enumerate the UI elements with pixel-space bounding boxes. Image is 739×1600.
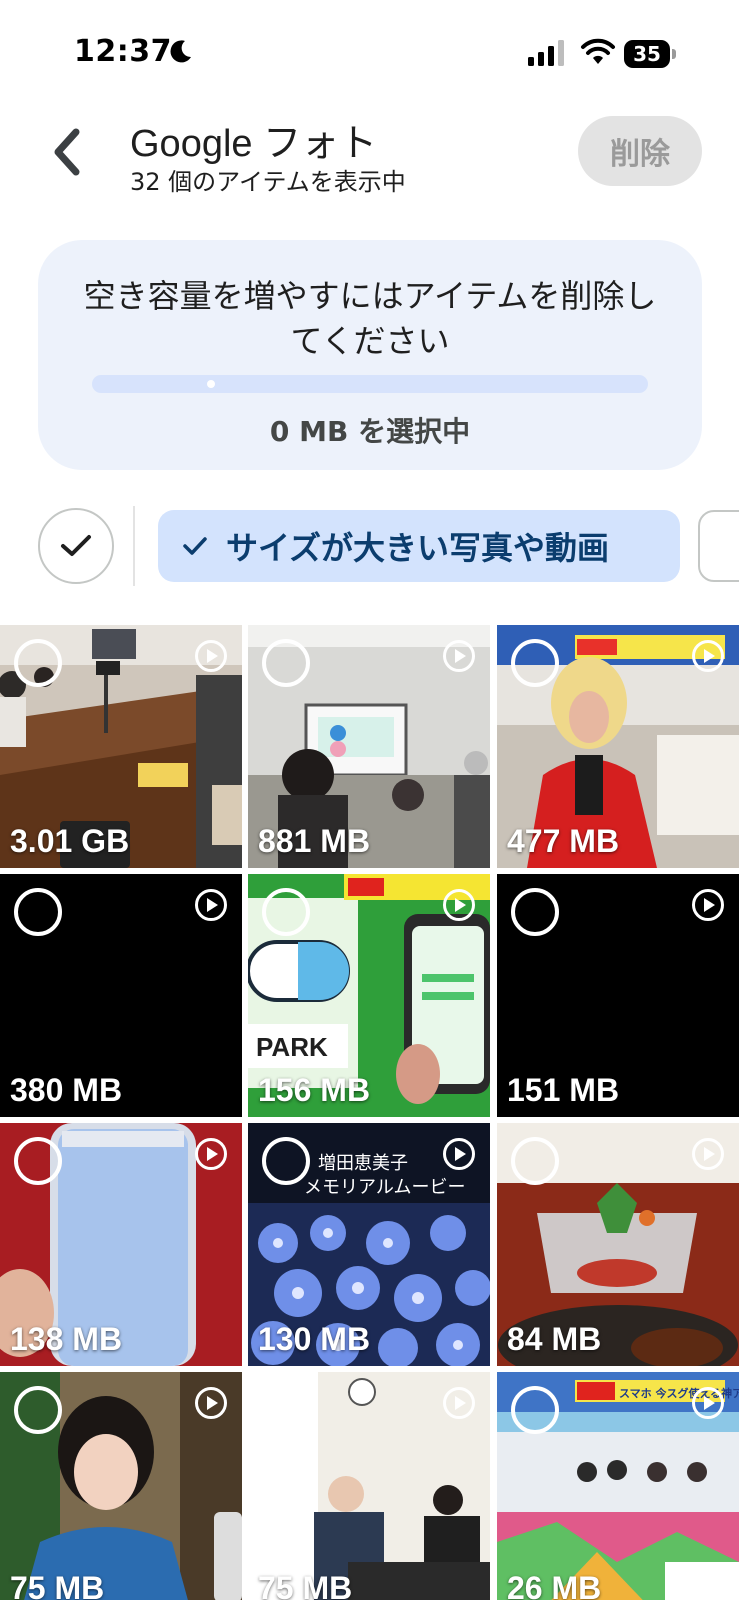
media-size-label: 130 MB: [258, 1321, 371, 1357]
media-tile[interactable]: 151 MB: [497, 874, 739, 1117]
moon-icon: [170, 40, 191, 63]
battery-level: 35: [633, 42, 661, 66]
select-circle-icon[interactable]: [262, 888, 310, 936]
status-time: 12:37: [74, 34, 172, 69]
media-size-label: 881 MB: [258, 823, 371, 859]
selected-size-text: 0 MB を選択中: [269, 415, 471, 448]
play-circle-icon: [195, 889, 227, 921]
media-tile[interactable]: 881 MB: [248, 625, 490, 868]
play-circle-icon: [443, 640, 475, 672]
media-size-label: 84 MB: [507, 1321, 602, 1357]
select-circle-icon[interactable]: [262, 1137, 310, 1185]
thumbnail-pill-text: PARK: [256, 1032, 328, 1062]
media-tile[interactable]: 75 MB: [248, 1372, 490, 1600]
selection-progress-bar: [92, 375, 648, 393]
media-size-label: 380 MB: [10, 1072, 123, 1108]
status-bar: 12:37 35: [0, 0, 739, 100]
select-all-button[interactable]: [38, 508, 114, 584]
select-circle-icon[interactable]: [14, 639, 62, 687]
play-circle-icon: [443, 1138, 475, 1170]
play-circle-icon: [443, 889, 475, 921]
media-size-label: 75 MB: [258, 1570, 353, 1600]
media-tile[interactable]: PARK 156 MB: [248, 874, 490, 1117]
media-size-label: 138 MB: [10, 1321, 123, 1357]
select-circle-icon[interactable]: [14, 1386, 62, 1434]
media-tile[interactable]: 138 MB: [0, 1123, 242, 1366]
select-circle-icon[interactable]: [511, 639, 559, 687]
item-count-subtitle: 32 個のアイテムを表示中: [130, 168, 406, 196]
play-circle-icon: [443, 1387, 475, 1419]
media-tile[interactable]: 380 MB: [0, 874, 242, 1117]
battery-icon: 35: [624, 40, 676, 68]
play-circle-icon: [195, 1387, 227, 1419]
filter-chips-row: サイズが大きい写真や動画: [0, 506, 739, 590]
back-button[interactable]: [36, 120, 96, 184]
thumbnail-memorial-title: メモリアルムービー: [304, 1177, 465, 1198]
play-circle-icon: [692, 640, 724, 672]
media-size-label: 477 MB: [507, 823, 620, 859]
media-size-label: 156 MB: [258, 1072, 371, 1108]
play-circle-icon: [195, 1138, 227, 1170]
play-circle-icon: [692, 889, 724, 921]
chevron-left-icon: [54, 128, 80, 176]
select-circle-icon[interactable]: [14, 1137, 62, 1185]
filter-chip-label: サイズが大きい写真や動画: [226, 529, 610, 567]
select-circle-icon[interactable]: [511, 1386, 559, 1434]
select-circle-icon[interactable]: [262, 1386, 310, 1434]
play-circle-icon: [692, 1387, 724, 1419]
select-circle-icon[interactable]: [511, 888, 559, 936]
media-tile[interactable]: 増田恵美子 メモリアルムービー 130 MB: [248, 1123, 490, 1366]
media-tile[interactable]: 84 MB: [497, 1123, 739, 1366]
check-icon: [183, 537, 207, 555]
progress-indicator: [207, 380, 215, 388]
cellular-signal-icon: [528, 40, 564, 66]
select-circle-icon[interactable]: [262, 639, 310, 687]
play-circle-icon: [195, 640, 227, 672]
select-circle-icon[interactable]: [14, 888, 62, 936]
app-header: Google フォト 32 個のアイテムを表示中 削除: [0, 100, 739, 210]
media-tile[interactable]: 75 MB: [0, 1372, 242, 1600]
storage-info-card: 空き容量を増やすにはアイテムを削除してください 0 MB を選択中: [38, 240, 702, 470]
media-size-label: 75 MB: [10, 1570, 105, 1600]
media-tile[interactable]: 3.01 GB: [0, 625, 242, 868]
free-space-message: 空き容量を増やすにはアイテムを削除してください: [83, 277, 657, 360]
media-tile[interactable]: スマホ 今スグ使える神アプリ 26 MB: [497, 1372, 739, 1600]
filter-divider: [133, 506, 135, 586]
wifi-icon: [581, 38, 615, 64]
media-size-label: 26 MB: [507, 1570, 602, 1600]
delete-button[interactable]: 削除: [578, 116, 702, 186]
media-size-label: 151 MB: [507, 1072, 620, 1108]
thumbnail-memorial-name: 増田恵美子: [318, 1153, 408, 1174]
media-size-label: 3.01 GB: [10, 823, 130, 859]
media-grid: 3.01 GB 881 MB 477 MB 380 MB PARK 156 MB…: [0, 625, 739, 1600]
filter-chip-large-items[interactable]: サイズが大きい写真や動画: [158, 510, 680, 582]
select-circle-icon[interactable]: [511, 1137, 559, 1185]
media-tile[interactable]: 477 MB: [497, 625, 739, 868]
page-title: Google フォト: [130, 123, 378, 165]
play-circle-icon: [692, 1138, 724, 1170]
check-icon: [61, 535, 91, 556]
filter-chip-next[interactable]: [698, 510, 739, 582]
